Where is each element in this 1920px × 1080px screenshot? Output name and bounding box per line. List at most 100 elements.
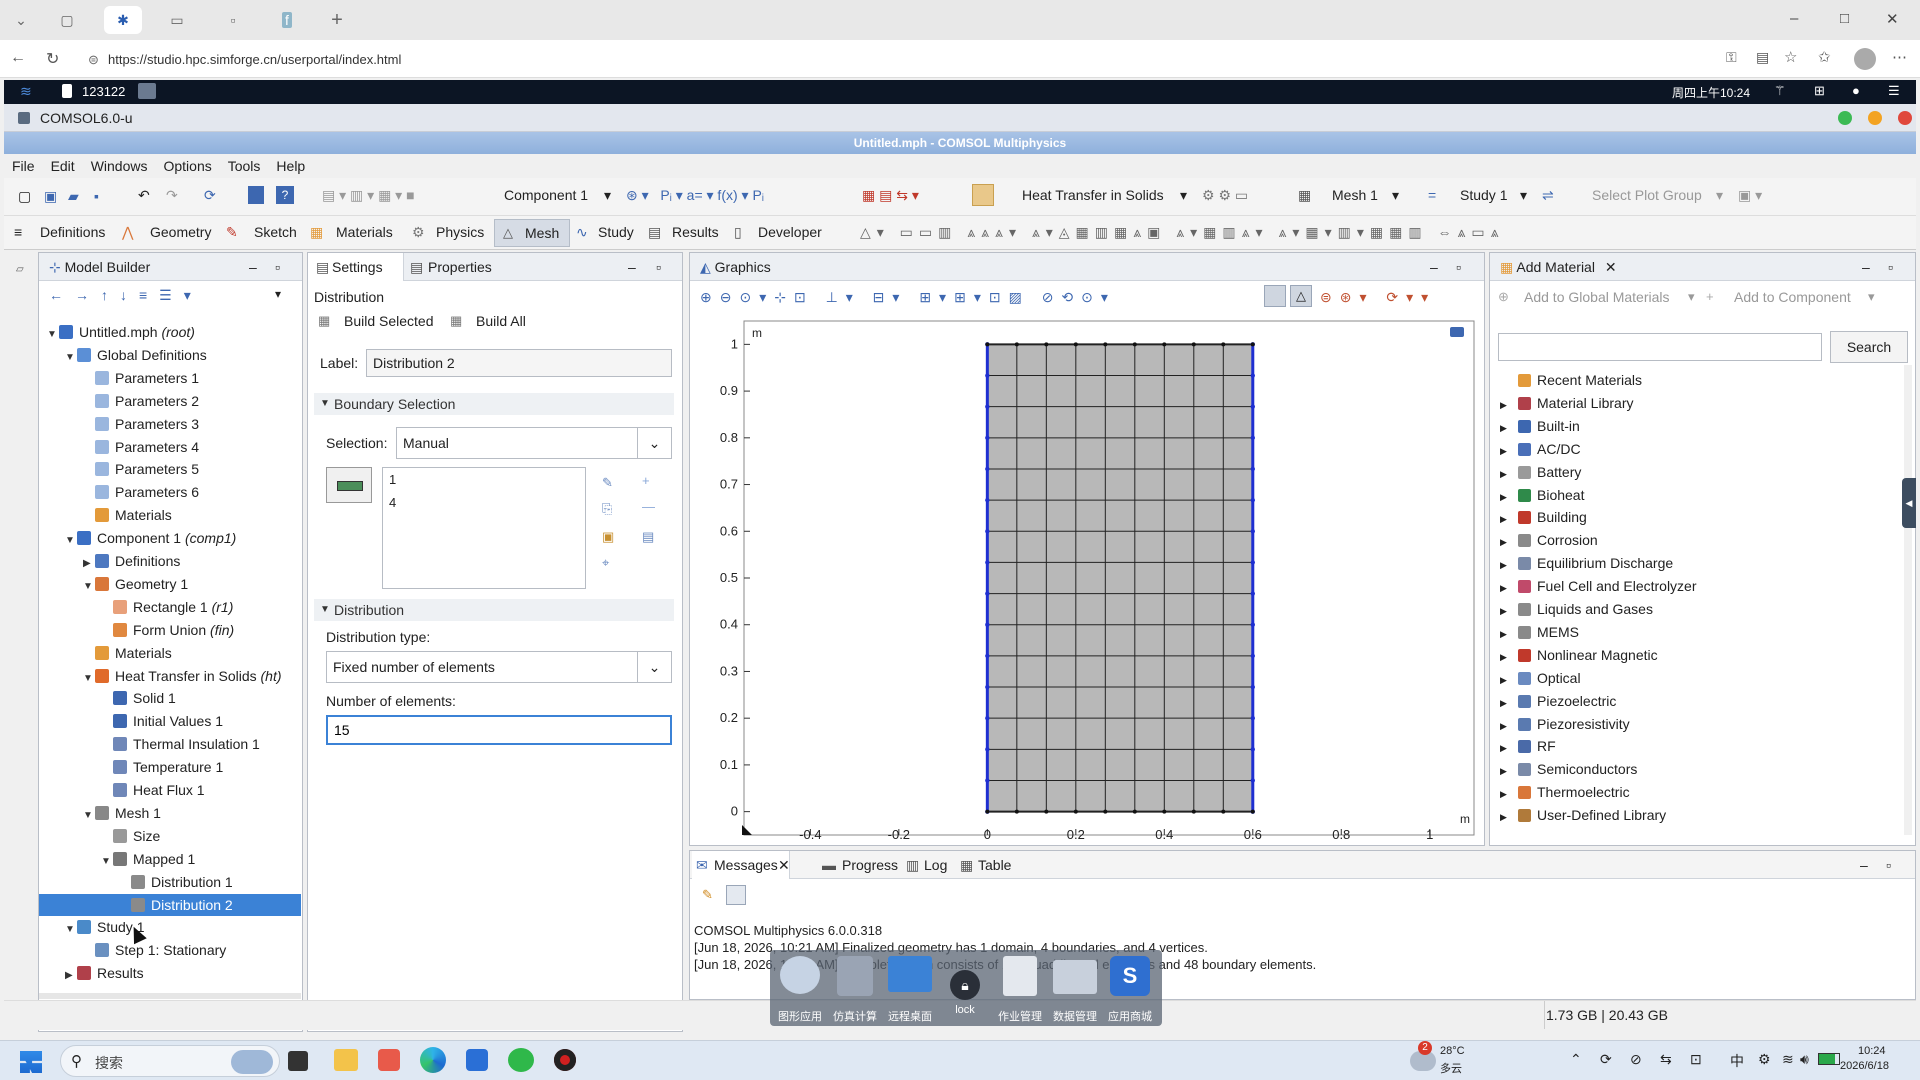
boundary-list[interactable]: 1 4 — [382, 467, 586, 589]
study-dropdown[interactable]: Study 1 — [1460, 187, 1507, 203]
material-library-item[interactable]: ▶ MEMS — [1500, 621, 1579, 643]
undo-icon[interactable]: ↶ — [138, 187, 150, 204]
materials-tool-icon[interactable] — [972, 184, 994, 206]
settings-maximize-icon[interactable]: ▫ — [656, 253, 661, 281]
expand-toggle-icon[interactable]: ▶ — [1500, 531, 1510, 553]
new-file-icon[interactable]: ▢ — [18, 188, 31, 205]
tab-properties[interactable]: Properties — [428, 253, 492, 281]
tab-messages[interactable]: Messages — [714, 851, 778, 879]
expand-toggle-icon[interactable]: ▶ — [1500, 394, 1510, 416]
tree-node[interactable]: Distribution 2 — [39, 893, 301, 916]
tree-node[interactable]: Parameters 1 — [39, 367, 301, 389]
material-maximize-icon[interactable]: ▫ — [1888, 253, 1893, 281]
tab-developer[interactable]: Developer — [758, 224, 822, 240]
component-tools-icon[interactable]: ▤ ▾ ▥ ▾ ▦ ▾ ■ — [322, 187, 415, 204]
dock-app-store[interactable]: S 应用商城 — [1104, 950, 1156, 1026]
browser-tab-5[interactable]: f — [270, 6, 304, 34]
tab-list-icon[interactable]: ⌄ — [4, 6, 38, 34]
expand-toggle-icon[interactable]: ▶ — [1500, 417, 1510, 439]
battery-icon[interactable] — [1818, 1053, 1840, 1065]
wireframe-toggle[interactable] — [1264, 285, 1286, 307]
apps-grid-icon[interactable]: ⊞ — [1814, 83, 1825, 99]
ribbon-menu-icon[interactable]: ≡ — [14, 224, 22, 240]
material-library-item[interactable]: ▶ Nonlinear Magnetic — [1500, 644, 1658, 666]
site-info-icon[interactable]: ⊜ — [88, 48, 99, 72]
tree-node[interactable]: ▼ Heat Transfer in Solids (ht) — [39, 665, 301, 687]
session-id[interactable]: 123122 — [82, 84, 125, 99]
window-red-button[interactable] — [1898, 111, 1912, 125]
messages-minimize-icon[interactable]: – — [1860, 851, 1868, 879]
expand-toggle-icon[interactable]: ▶ — [1500, 692, 1510, 714]
boundary-item[interactable]: 1 — [389, 472, 396, 487]
dock-graphics-app[interactable]: 图形应用 — [774, 950, 826, 1026]
wifi-icon[interactable]: ≋ — [1782, 1051, 1794, 1068]
maximize-button[interactable]: □ — [1840, 10, 1849, 27]
dock-remote-desktop[interactable]: 远程桌面 — [884, 950, 936, 1026]
record-icon[interactable] — [554, 1049, 576, 1071]
clock-time[interactable]: 10:24 — [1858, 1045, 1886, 1057]
tray-expand-icon[interactable]: ⌃ — [1570, 1051, 1582, 1068]
tab-table[interactable]: Table — [978, 851, 1011, 879]
tab-materials[interactable]: Materials — [336, 224, 393, 240]
window-yellow-button[interactable] — [1868, 111, 1882, 125]
browser-tab-4[interactable]: ▫ — [216, 6, 250, 34]
clear-selection-icon[interactable]: ▣ — [602, 529, 614, 545]
reload-icon[interactable]: ↻ — [46, 49, 59, 69]
expand-toggle-icon[interactable]: ▶ — [1500, 806, 1510, 828]
model-wizard-icon[interactable]: ▣ — [44, 188, 57, 205]
more-menu-icon[interactable]: ⋯ — [1892, 48, 1907, 66]
physics-dropdown[interactable]: Heat Transfer in Solids — [1022, 187, 1164, 203]
tree-nav-tools-icon[interactable]: ←→↑↓≡☰▾ — [49, 287, 203, 304]
tree-node[interactable]: ▼ Geometry 1 — [39, 573, 301, 595]
tree-node[interactable]: ▶ Definitions — [39, 550, 301, 572]
zoom-selection-icon[interactable]: ⌖ — [602, 555, 609, 571]
tree-node[interactable]: Materials — [39, 504, 301, 526]
wechat-icon[interactable] — [508, 1048, 534, 1072]
chevron-down-icon[interactable]: ▾ — [1868, 289, 1875, 305]
tree-node[interactable]: Rectangle 1 (r1) — [39, 596, 301, 618]
mesh-dropdown-arrow-icon[interactable]: ▾ — [1392, 187, 1399, 204]
tab-geometry[interactable]: Geometry — [150, 224, 211, 240]
material-library-item[interactable]: ▶ Building — [1500, 506, 1587, 528]
save-icon[interactable]: ▪ — [94, 188, 99, 204]
tree-node[interactable]: Heat Flux 1 — [39, 779, 301, 801]
mesh-render-toggle[interactable]: △ — [1290, 285, 1312, 307]
close-icon[interactable]: ✕ — [778, 851, 790, 879]
menu-edit[interactable]: Edit — [43, 154, 83, 178]
selection-dropdown[interactable]: Manual ⌄ — [396, 427, 672, 459]
app-red-icon[interactable] — [378, 1049, 400, 1071]
minimized-panel-icon[interactable]: ▱ — [16, 264, 24, 275]
selection-active-toggle[interactable] — [326, 467, 372, 503]
collapse-toggle-icon[interactable]: ▼ — [47, 324, 59, 346]
portal-logo-icon[interactable]: ≋ — [20, 83, 32, 100]
back-icon[interactable]: ← — [10, 49, 26, 67]
url-field[interactable]: ⊜ https://studio.hpc.simforge.cn/userport… — [84, 48, 1724, 72]
graphics-toolbar-icons[interactable]: ⊕⊖⊙▾⊹⊡ ⊥▾ ⊟▾ ⊞▾⊞▾⊡▨ ⊘⟲⊙▾ — [700, 289, 1116, 306]
material-library-item[interactable]: ▶ Material Library — [1500, 392, 1633, 414]
menu-help[interactable]: Help — [268, 154, 313, 178]
material-library-item[interactable]: ▶ Fuel Cell and Electrolyzer — [1500, 575, 1697, 597]
side-drawer-handle[interactable]: ◀ — [1902, 478, 1916, 528]
tab-progress[interactable]: Progress — [842, 851, 898, 879]
browser-tab-3[interactable]: ▭ — [160, 6, 194, 34]
tree-node[interactable]: Parameters 3 — [39, 413, 301, 435]
clock-date[interactable]: 2026/6/18 — [1840, 1060, 1889, 1072]
tree-node[interactable]: Parameters 6 — [39, 481, 301, 503]
add-global-button[interactable]: Add to Global Materials — [1524, 289, 1670, 305]
window-thumb-icon[interactable] — [138, 83, 156, 99]
expand-toggle-icon[interactable]: ▶ — [1500, 600, 1510, 622]
tree-node[interactable]: ▶ Results — [39, 962, 301, 984]
menu-tools[interactable]: Tools — [220, 154, 269, 178]
boundary-item[interactable]: 4 — [389, 495, 396, 510]
material-library-item[interactable]: ▶ Liquids and Gases — [1500, 598, 1653, 620]
material-search-input[interactable] — [1498, 333, 1822, 361]
definitions-tools-icon[interactable]: ⊛ ▾ Pᵢ ▾ a= ▾ f(x) ▾ Pᵢ — [626, 187, 764, 204]
profile-avatar[interactable] — [1854, 48, 1876, 70]
favorite-star-icon[interactable]: ☆ — [1784, 48, 1797, 66]
copy-messages-icon[interactable] — [726, 885, 746, 905]
add-component-button[interactable]: Add to Component — [1734, 289, 1851, 305]
tree-node[interactable]: Parameters 5 — [39, 458, 301, 480]
help-icon[interactable]: ? — [276, 186, 294, 204]
remove-icon[interactable]: — — [642, 499, 655, 514]
redo-icon[interactable]: ↷ — [166, 187, 178, 204]
